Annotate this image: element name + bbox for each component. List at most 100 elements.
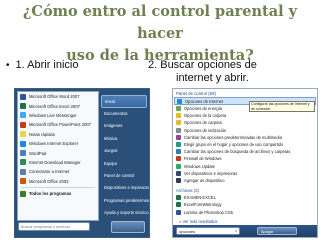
shutdown-button[interactable]	[111, 221, 145, 233]
start-menu-right-item[interactable]: Iesuit	[101, 95, 147, 108]
wordpad-icon	[20, 150, 26, 157]
search-result-label: Ver dispositivos e impresoras	[184, 170, 238, 176]
program-item[interactable]: Windows Internet Explorer	[18, 139, 98, 148]
program-label: Microsoft Office 2003	[29, 178, 69, 184]
program-label: Windows Live Messenger	[29, 112, 77, 118]
step-2-text-line-1: 2. Buscar opciones de	[148, 59, 257, 71]
program-item[interactable]: Conectarse a Internet	[18, 167, 98, 176]
search-bar-area: opciones x Apagar	[173, 225, 317, 237]
file-result-item[interactable]: Lamina de Photoshop CS5	[173, 208, 317, 215]
program-label: Internet Download Manager	[29, 159, 81, 165]
search-result-item[interactable]: Elegir grupo en el hogar y opciones de u…	[173, 141, 317, 148]
file-result-label: ExcelFormMetrology	[184, 202, 222, 208]
download-icon	[20, 159, 26, 166]
start-menu-right-item[interactable]: Equipo	[101, 158, 147, 170]
search-input[interactable]: opciones	[176, 227, 240, 235]
update-icon	[176, 163, 181, 169]
messenger-icon	[20, 112, 26, 119]
excel-icon	[176, 195, 181, 201]
search-result-item[interactable]: Opciones de la carpeta	[173, 112, 317, 119]
file-result-item[interactable]: EXAMEN EXCEL	[173, 194, 317, 201]
program-label: Notas rápidas	[29, 131, 55, 137]
search-result-item[interactable]: Firewall de Windows	[173, 155, 317, 162]
search-result-label: Opciones de Internet	[185, 98, 224, 104]
search-result-label: Windows Update	[184, 163, 215, 169]
file-result-label: EXAMEN EXCEL	[184, 195, 216, 201]
search-result-label: Opciones de energía	[184, 106, 223, 112]
program-item[interactable]: Microsoft Office Excel 2007	[18, 101, 98, 110]
tooltip: Configurar las opciones de Internet y de…	[249, 101, 315, 112]
file-result-item[interactable]: ExcelFormMetrology	[173, 201, 317, 208]
program-item[interactable]: WordPad	[18, 148, 98, 157]
homegroup-icon	[176, 142, 181, 148]
program-label: Conectarse a Internet	[29, 169, 70, 175]
search-result-item[interactable]: Cambiar las opciones de búsqueda de arch…	[173, 148, 317, 155]
start-menu-right-item[interactable]: Imágenes	[101, 120, 147, 132]
search-result-item[interactable]: Opciones de indización	[173, 127, 317, 134]
start-menu-right-item[interactable]: Dispositivos e impresoras	[101, 182, 149, 194]
search-result-item[interactable]: Agregar un dispositivo	[173, 177, 317, 184]
start-menu-right-item[interactable]: Documentos	[101, 108, 147, 120]
page-title: ¿Cómo entro al control parental y hacer …	[0, 1, 320, 67]
program-item[interactable]: Microsoft Office Word 2007	[18, 92, 98, 101]
start-search-input[interactable]: Buscar programas y archivos	[18, 222, 90, 231]
program-item[interactable]: Internet Download Manager	[18, 158, 98, 167]
internet-options-icon	[177, 98, 182, 104]
step-2: 2. Buscar opciones de internet y abrir.	[148, 59, 308, 85]
all-programs-label: Todos los programas	[29, 191, 72, 197]
search-result-item[interactable]: Ver dispositivos e impresoras	[173, 170, 317, 177]
office-icon	[20, 178, 26, 185]
all-programs-item[interactable]: Todos los programas	[18, 189, 98, 198]
files-header: Archivos (3)	[176, 188, 199, 194]
file-result-label: Lamina de Photoshop CS5	[184, 209, 233, 215]
search-result-label: Opciones de indización	[184, 127, 227, 133]
search-result-label: Opciones de carpeta	[184, 120, 222, 126]
search-result-label: Firewall de Windows	[184, 156, 222, 162]
search-icon	[176, 149, 181, 155]
search-result-label: Cambiar las opciones predeterminadas de …	[184, 134, 282, 140]
program-item[interactable]: Microsoft Office 2003	[18, 177, 98, 186]
search-result-item[interactable]: Opciones de carpeta	[173, 119, 317, 126]
step-2-text-line-2: internet y abrir.	[176, 72, 249, 84]
indexing-icon	[176, 127, 181, 133]
arrow-right-icon	[20, 190, 26, 197]
start-menu-programs-pane: Microsoft Office Word 2007 Microsoft Offi…	[17, 91, 99, 221]
program-label: Microsoft Office PowerPoint 2007	[29, 122, 92, 128]
excel-icon	[176, 202, 181, 208]
divider	[21, 186, 95, 188]
search-results-screenshot: Panel de control (58) Opciones de Intern…	[172, 88, 318, 238]
see-more-results-link[interactable]: ⌕ Ver más resultados	[173, 218, 317, 225]
title-line-1: ¿Cómo entro al control parental y hacer	[22, 3, 298, 42]
program-item[interactable]: Windows Live Messenger	[18, 111, 98, 120]
folder-icon	[176, 113, 181, 119]
start-menu-right-item[interactable]: Ayuda y soporte técnico	[101, 207, 149, 219]
start-menu-right-item[interactable]: Programas predeterminados	[101, 195, 149, 207]
start-menu-right-item[interactable]: Juegos	[101, 145, 147, 157]
program-label: WordPad	[29, 150, 47, 156]
clear-icon[interactable]: x	[235, 228, 237, 233]
ie-icon	[20, 140, 26, 147]
program-item[interactable]: Microsoft Office PowerPoint 2007	[18, 120, 98, 129]
search-result-item[interactable]: Cambiar las opciones predeterminadas de …	[173, 134, 317, 141]
sticky-notes-icon	[20, 131, 26, 138]
network-icon	[20, 168, 26, 175]
see-more-label: Ver más resultados	[182, 218, 218, 224]
search-result-label: Elegir grupo en el hogar y opciones de u…	[184, 142, 284, 148]
excel-icon	[20, 103, 26, 110]
media-icon	[176, 134, 181, 140]
start-menu-right-item[interactable]: Panel de control	[101, 170, 147, 182]
start-menu-right-item[interactable]: Música	[101, 133, 147, 145]
shutdown-button[interactable]: Apagar	[257, 227, 297, 235]
search-result-label: Agregar un dispositivo	[184, 177, 225, 183]
program-item[interactable]: Notas rápidas	[18, 130, 98, 139]
control-panel-header: Panel de control (58)	[176, 91, 216, 96]
firewall-icon	[176, 156, 181, 162]
step-1: • 1. Abrir inicio	[6, 59, 79, 72]
program-label: Windows Internet Explorer	[29, 141, 79, 147]
search-result-item[interactable]: Windows Update	[173, 163, 317, 170]
program-label: Microsoft Office Word 2007	[29, 94, 80, 100]
bullet: •	[6, 60, 10, 71]
step-1-text: 1. Abrir inicio	[15, 59, 79, 71]
search-result-label: Opciones de la carpeta	[184, 113, 227, 119]
word-icon	[20, 93, 26, 100]
